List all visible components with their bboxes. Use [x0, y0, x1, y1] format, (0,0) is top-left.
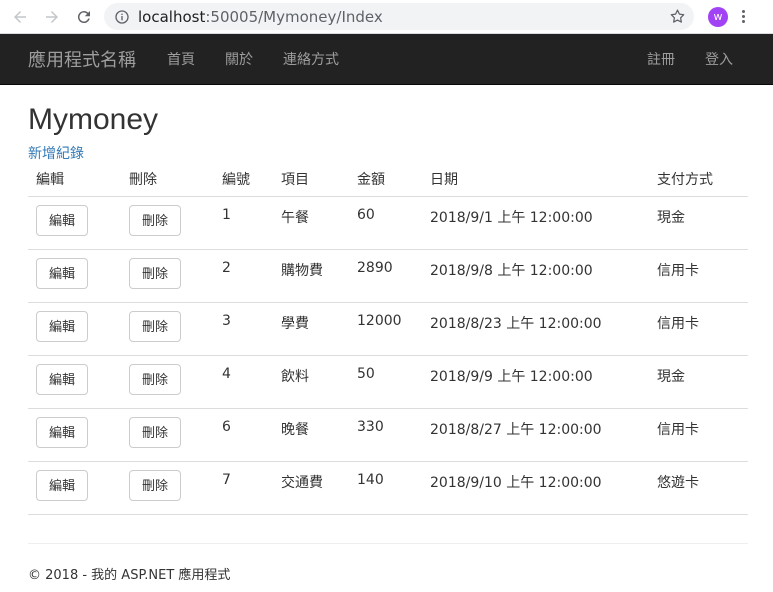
bookmark-star-icon[interactable] [669, 8, 686, 25]
table-row: 編輯 刪除 2 購物費 2890 2018/9/8 上午 12:00:00 信用… [28, 249, 748, 303]
table-body: 編輯 刪除 1 午餐 60 2018/9/1 上午 12:00:00 現金 編輯… [28, 196, 748, 515]
delete-button[interactable]: 刪除 [129, 364, 181, 395]
cell-payment: 現金 [649, 196, 748, 250]
table-row: 編輯 刪除 1 午餐 60 2018/9/1 上午 12:00:00 現金 [28, 196, 748, 250]
delete-button[interactable]: 刪除 [129, 311, 181, 342]
column-header-edit: 編輯 [28, 169, 121, 197]
browser-toolbar: localhost:50005/Mymoney/Index w [0, 0, 773, 34]
table-row: 編輯 刪除 6 晚餐 330 2018/8/27 上午 12:00:00 信用卡 [28, 408, 748, 462]
edit-button[interactable]: 編輯 [36, 364, 88, 395]
cell-date: 2018/9/1 上午 12:00:00 [422, 196, 649, 250]
edit-button[interactable]: 編輯 [36, 205, 88, 236]
page-title: Mymoney [28, 103, 159, 136]
nav-link-register[interactable]: 註冊 [632, 49, 690, 69]
reload-button[interactable] [68, 1, 100, 33]
cell-id: 6 [214, 408, 273, 462]
url-path: :50005/Mymoney/Index [205, 7, 383, 26]
info-icon[interactable] [114, 9, 130, 25]
navbar-auth-links: 註冊 登入 [632, 49, 748, 69]
nav-link-login[interactable]: 登入 [690, 49, 748, 69]
navbar-links: 首頁 關於 連絡方式 [152, 49, 354, 69]
nav-link-contact[interactable]: 連絡方式 [268, 49, 354, 69]
reload-icon [77, 10, 90, 23]
cell-date: 2018/9/9 上午 12:00:00 [422, 355, 649, 409]
nav-link-home[interactable]: 首頁 [152, 49, 210, 69]
cell-date: 2018/9/10 上午 12:00:00 [422, 461, 649, 515]
cell-amount: 330 [349, 408, 422, 462]
navbar-brand[interactable]: 應用程式名稱 [28, 46, 136, 72]
cell-item: 飲料 [273, 355, 349, 409]
column-header-id: 編號 [214, 169, 273, 197]
table-row: 編輯 刪除 7 交通費 140 2018/9/10 上午 12:00:00 悠遊… [28, 461, 748, 515]
cell-id: 7 [214, 461, 273, 515]
cell-id: 1 [214, 196, 273, 250]
site-navbar: 應用程式名稱 首頁 關於 連絡方式 註冊 登入 [0, 34, 773, 85]
footer-divider [28, 543, 748, 544]
delete-button[interactable]: 刪除 [129, 470, 181, 501]
cell-payment: 信用卡 [649, 408, 748, 462]
cell-item: 午餐 [273, 196, 349, 250]
back-arrow-icon [14, 10, 26, 23]
url-text: localhost:50005/Mymoney/Index [138, 8, 383, 26]
cell-payment: 悠遊卡 [649, 461, 748, 515]
records-table: 編輯 刪除 編號 項目 金額 日期 支付方式 編輯 刪除 1 午餐 60 201… [28, 169, 748, 515]
cell-item: 學費 [273, 302, 349, 356]
cell-id: 2 [214, 249, 273, 303]
browser-menu-icon[interactable] [740, 10, 746, 23]
table-header-row: 編輯 刪除 編號 項目 金額 日期 支付方式 [28, 169, 748, 197]
column-header-payment: 支付方式 [649, 169, 748, 197]
profile-initial: w [713, 10, 723, 23]
cell-item: 購物費 [273, 249, 349, 303]
cell-amount: 60 [349, 196, 422, 250]
forward-arrow-icon [46, 10, 58, 23]
cell-amount: 12000 [349, 302, 422, 356]
cell-amount: 2890 [349, 249, 422, 303]
edit-button[interactable]: 編輯 [36, 311, 88, 342]
forward-button[interactable] [36, 1, 68, 33]
cell-date: 2018/8/27 上午 12:00:00 [422, 408, 649, 462]
cell-payment: 信用卡 [649, 249, 748, 303]
cell-amount: 50 [349, 355, 422, 409]
column-header-amount: 金額 [349, 169, 422, 197]
create-record-link[interactable]: 新增紀錄 [28, 143, 84, 163]
cell-amount: 140 [349, 461, 422, 515]
column-header-delete: 刪除 [121, 169, 214, 197]
nav-link-about[interactable]: 關於 [210, 49, 268, 69]
edit-button[interactable]: 編輯 [36, 258, 88, 289]
page-footer: © 2018 - 我的 ASP.NET 應用程式 [28, 568, 231, 583]
cell-item: 晚餐 [273, 408, 349, 462]
back-button[interactable] [4, 1, 36, 33]
delete-button[interactable]: 刪除 [129, 258, 181, 289]
main-content: Mymoney 新增紀錄 編輯 刪除 編號 項目 金額 日期 支付方式 編輯 刪… [0, 103, 773, 583]
delete-button[interactable]: 刪除 [129, 417, 181, 448]
delete-button[interactable]: 刪除 [129, 205, 181, 236]
cell-date: 2018/9/8 上午 12:00:00 [422, 249, 649, 303]
address-bar[interactable]: localhost:50005/Mymoney/Index [104, 3, 694, 30]
url-host: localhost [138, 7, 206, 26]
cell-date: 2018/8/23 上午 12:00:00 [422, 302, 649, 356]
cell-id: 4 [214, 355, 273, 409]
edit-button[interactable]: 編輯 [36, 470, 88, 501]
table-row: 編輯 刪除 3 學費 12000 2018/8/23 上午 12:00:00 信… [28, 302, 748, 356]
profile-avatar[interactable]: w [708, 6, 728, 27]
column-header-item: 項目 [273, 169, 349, 197]
column-header-date: 日期 [422, 169, 649, 197]
edit-button[interactable]: 編輯 [36, 417, 88, 448]
cell-payment: 信用卡 [649, 302, 748, 356]
cell-payment: 現金 [649, 355, 748, 409]
table-row: 編輯 刪除 4 飲料 50 2018/9/9 上午 12:00:00 現金 [28, 355, 748, 409]
cell-id: 3 [214, 302, 273, 356]
cell-item: 交通費 [273, 461, 349, 515]
